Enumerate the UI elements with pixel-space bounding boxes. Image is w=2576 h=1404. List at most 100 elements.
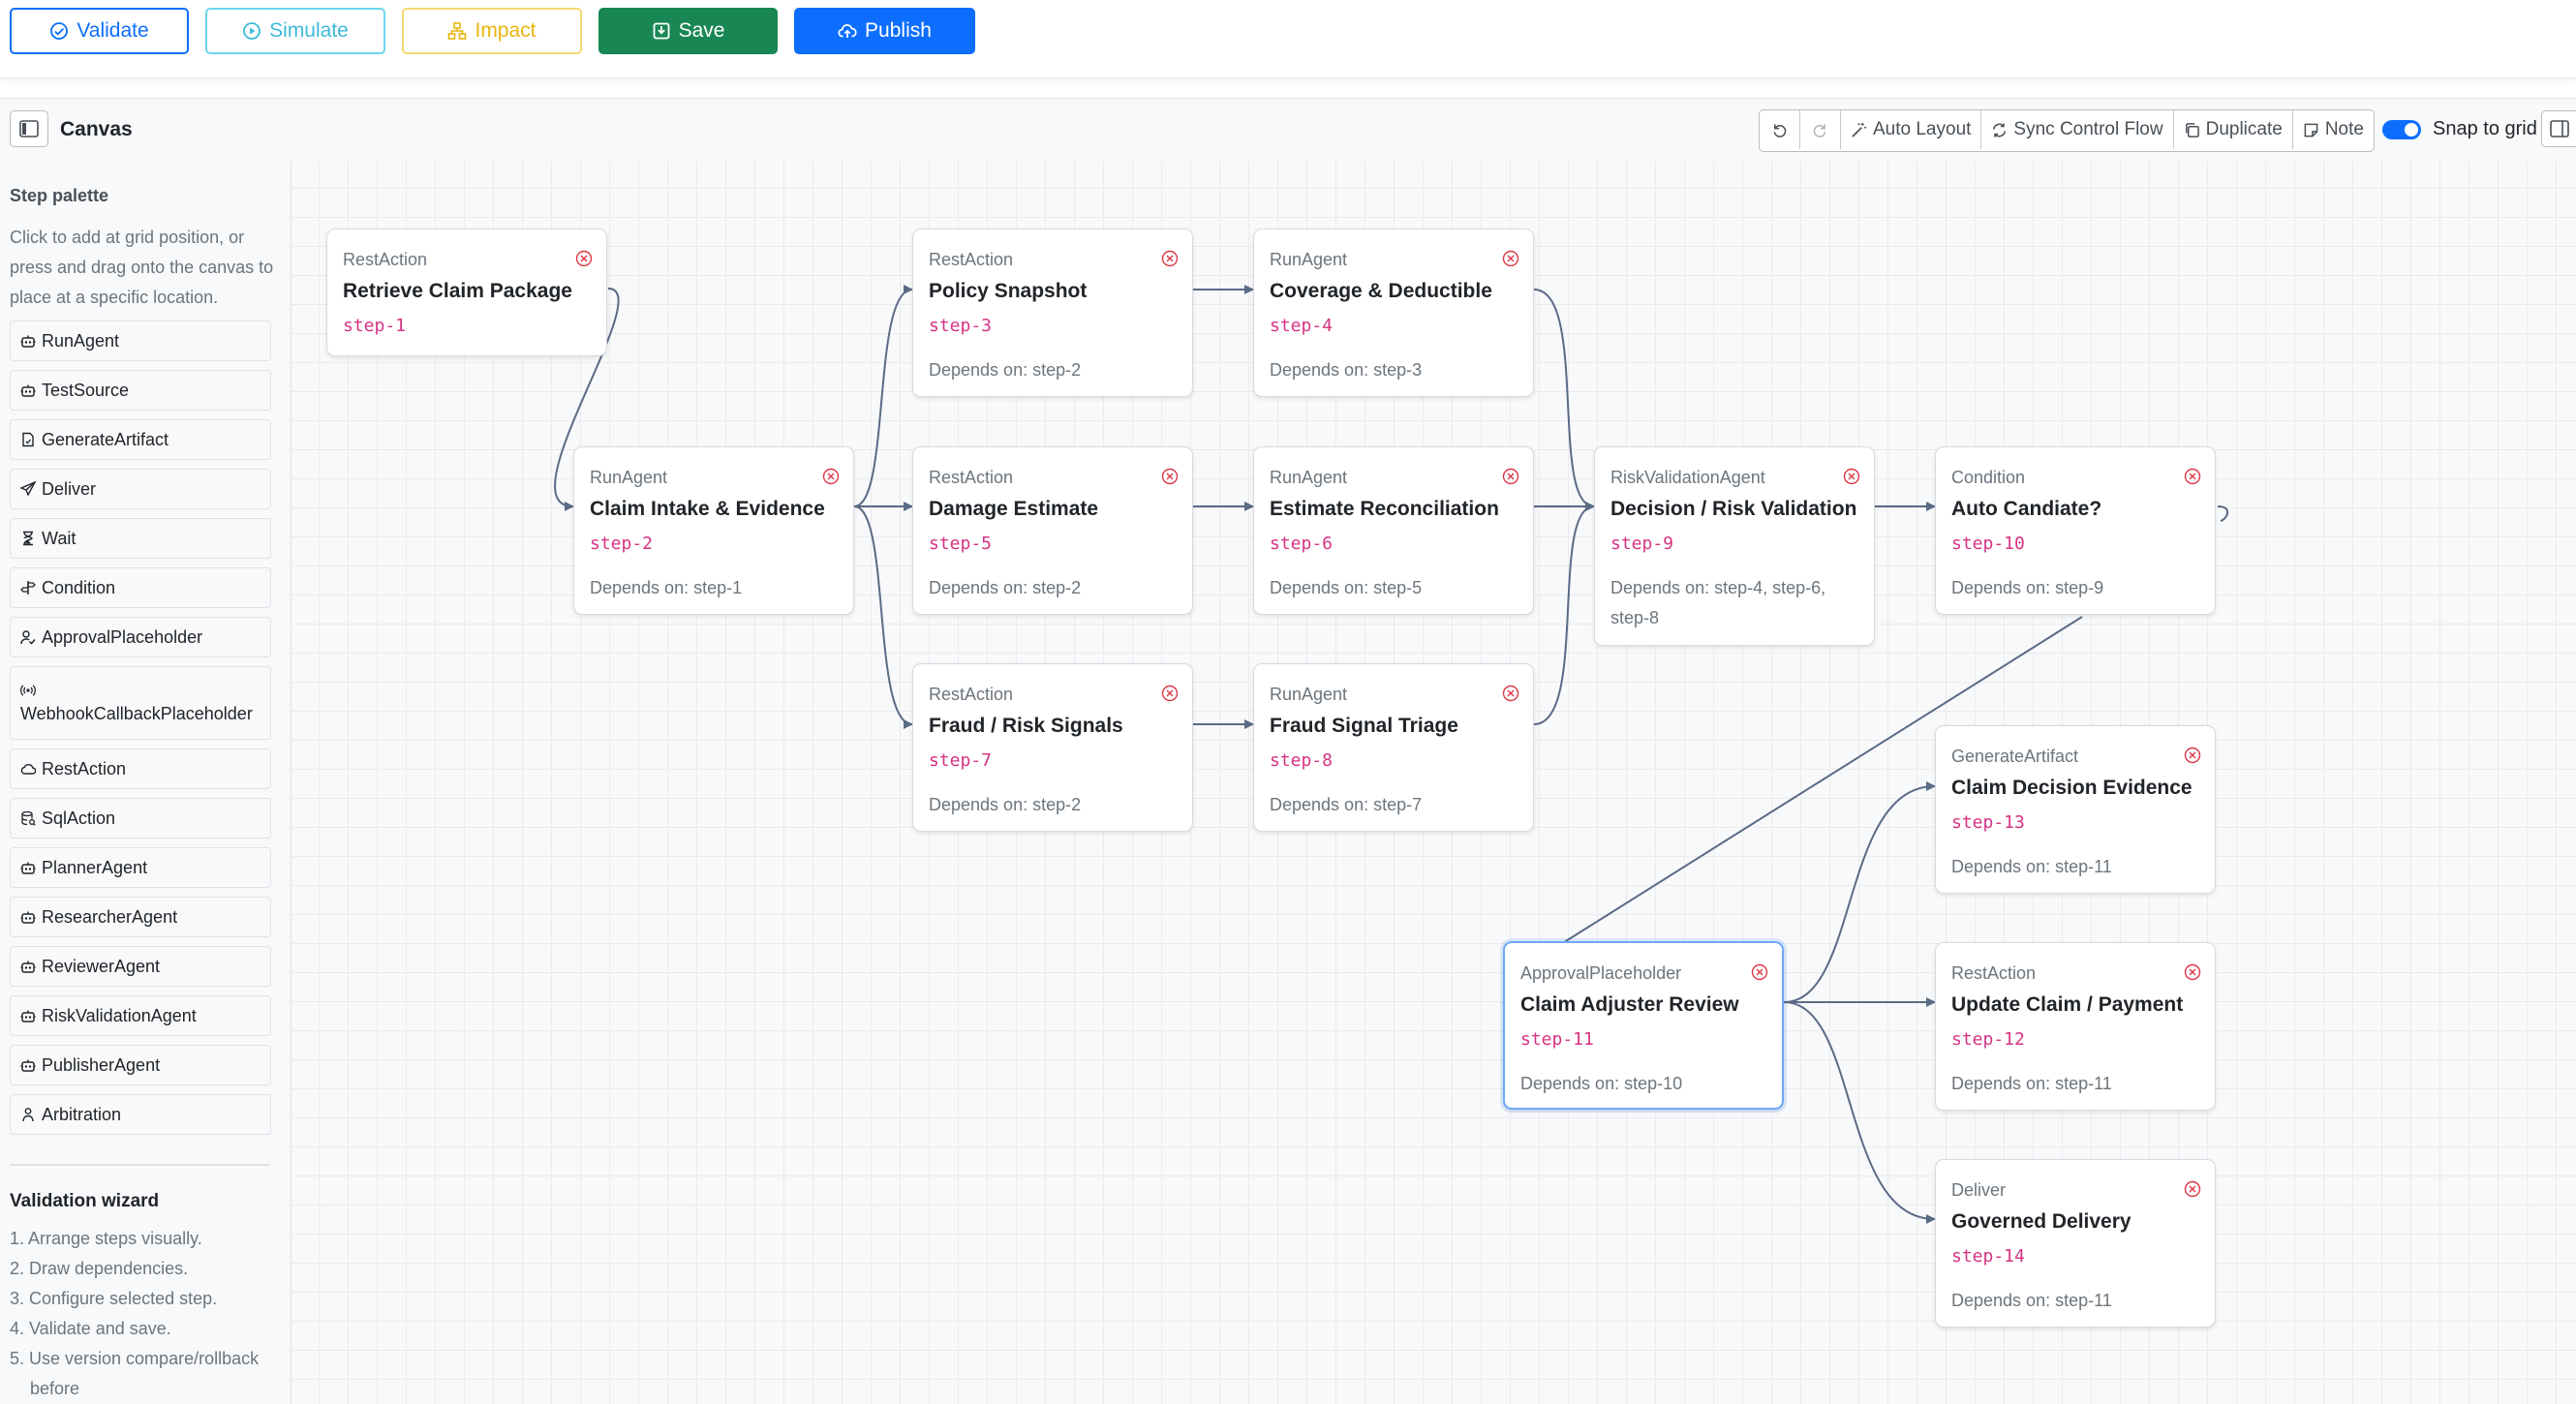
palette-help: Click to add at grid position, or press … [10,228,274,307]
palette-item-restaction[interactable]: RestAction [10,748,271,789]
robot-icon [20,909,36,925]
delete-node-icon[interactable] [2184,1180,2201,1198]
wizard-step: 2. Draw dependencies. [10,1259,189,1278]
node-dependencies: Depends on: step-11 [1951,1291,2112,1310]
palette-item-approvalplaceholder[interactable]: ApprovalPlaceholder [10,617,271,657]
redo-button[interactable] [1800,110,1841,149]
workflow-node-step-7[interactable]: RestAction Fraud / Risk Signals step-7 Depe… [912,663,1193,832]
delete-node-icon[interactable] [1161,250,1179,267]
delete-node-icon[interactable] [1502,250,1519,267]
palette-item-riskvalidationagent[interactable]: RiskValidationAgent [10,995,271,1036]
duplicate-button[interactable]: Duplicate [2174,110,2293,149]
robot-icon [20,959,36,974]
sticky-note-icon [2304,123,2318,137]
node-title: Governed Delivery [1951,1210,2131,1233]
node-dependencies: Depends on: step-2 [929,578,1082,597]
palette-item-label: GenerateArtifact [42,429,169,449]
validate-button[interactable]: Validate [10,8,189,54]
palette-item-deliver[interactable]: Deliver [10,469,271,509]
node-step-id: step-11 [1520,1029,1594,1050]
save-button[interactable]: Save [598,8,778,54]
workflow-node-step-1[interactable]: RestAction Retrieve Claim Package step-1 [326,229,607,356]
person-check-icon [20,629,36,645]
palette-item-generateartifact[interactable]: GenerateArtifact [10,419,271,460]
node-type: ApprovalPlaceholder [1520,963,1682,983]
workflow-node-step-3[interactable]: RestAction Policy Snapshot step-3 Depends o… [912,229,1193,397]
delete-node-icon[interactable] [2184,468,2201,485]
node-title: Decision / Risk Validation [1610,498,1857,520]
delete-node-icon[interactable] [575,250,593,267]
workflow-node-step-11[interactable]: ApprovalPlaceholder Claim Adjuster Review… [1503,941,1784,1110]
node-step-id: step-1 [343,316,407,336]
simulate-label: Simulate [269,19,349,42]
palette-item-label: SqlAction [42,808,116,828]
node-type: RestAction [1951,963,2037,983]
delete-node-icon[interactable] [1751,963,1768,981]
palette-item-testsource[interactable]: TestSource [10,370,271,411]
palette-item-label: Deliver [42,478,97,499]
toggle-sidebar-button[interactable] [10,110,48,147]
workflow-node-step-5[interactable]: RestAction Damage Estimate step-5 Depends o… [912,446,1193,615]
node-dependencies: Depends on: step-5 [1270,578,1423,597]
workflow-node-step-6[interactable]: RunAgent Estimate Reconciliation step-6 Dep… [1253,446,1534,615]
snap-to-grid-toggle[interactable]: Snap to grid [2382,118,2537,140]
delete-node-icon[interactable] [1502,685,1519,702]
palette-item-label: Arbitration [42,1104,122,1124]
delete-node-icon[interactable] [1161,685,1179,702]
palette-item-runagent[interactable]: RunAgent [10,320,271,361]
publish-button[interactable]: Publish [794,8,975,54]
delete-node-icon[interactable] [1502,468,1519,485]
save-icon [653,22,669,40]
save-label: Save [678,19,725,42]
palette-item-publisheragent[interactable]: PublisherAgent [10,1045,271,1085]
undo-button[interactable] [1760,110,1800,149]
node-dependencies: Depends on: step-2 [929,360,1082,380]
palette-item-condition[interactable]: Condition [10,567,271,608]
undo-icon [1773,123,1787,137]
delete-node-icon[interactable] [1843,468,1860,485]
workflow-node-step-8[interactable]: RunAgent Fraud Signal Triage step-8 Depends… [1253,663,1534,832]
delete-node-icon[interactable] [2184,747,2201,764]
workflow-node-step-4[interactable]: RunAgent Coverage & Deductible step-4 Depen… [1253,229,1534,397]
palette-item-arbitration[interactable]: Arbitration [10,1094,271,1135]
palette-item-sqlaction[interactable]: SqlAction [10,798,271,839]
palette-item-webhookcallbackplaceholder[interactable]: WebhookCallbackPlaceholder [10,666,271,740]
node-type: RestAction [929,685,1014,704]
palette-item-wait[interactable]: Wait [10,518,271,559]
workflow-node-step-10[interactable]: Condition Auto Candiate? step-10 Depends on… [1935,446,2216,615]
note-label: Note [2324,119,2364,139]
palette-heading: Step palette [10,186,109,205]
auto-layout-button[interactable]: Auto Layout [1841,110,1982,149]
sync-control-flow-button[interactable]: Sync Control Flow [1981,110,2174,149]
palette-item-label: ResearcherAgent [42,906,178,927]
palette-item-researcheragent[interactable]: ResearcherAgent [10,897,271,937]
publish-label: Publish [865,19,932,42]
delete-node-icon[interactable] [1161,468,1179,485]
delete-node-icon[interactable] [822,468,840,485]
node-type: RunAgent [1270,250,1348,269]
node-step-id: step-5 [929,534,993,554]
robot-icon [20,382,36,398]
node-dependencies: Depends on: step-2 [929,795,1082,814]
workflow-node-step-9[interactable]: RiskValidationAgent Decision / Risk Valid… [1594,446,1875,646]
note-button[interactable]: Note [2293,110,2374,149]
palette-item-label: RunAgent [42,330,120,351]
toggle-inspector-button[interactable] [2541,110,2576,147]
workflow-node-step-2[interactable]: RunAgent Claim Intake & Evidence step-2 Dep… [573,446,854,615]
palette-item-planneragent[interactable]: PlannerAgent [10,847,271,888]
node-title: Retrieve Claim Package [343,280,572,302]
redo-icon [1813,123,1826,137]
robot-icon [20,1057,36,1073]
palette-item-label: ReviewerAgent [42,956,161,976]
people-icon [20,1107,36,1122]
delete-node-icon[interactable] [2184,963,2201,981]
node-step-id: step-14 [1951,1246,2025,1267]
workflow-node-step-13[interactable]: GenerateArtifact Claim Decision Evidence s… [1935,725,2216,894]
snap-switch[interactable] [2382,119,2421,139]
simulate-button[interactable]: Simulate [205,8,385,54]
impact-button[interactable]: Impact [402,8,582,54]
workflow-node-step-12[interactable]: RestAction Update Claim / Payment step-12 D… [1935,942,2216,1111]
workflow-node-step-14[interactable]: Deliver Governed Delivery step-14 Depends o… [1935,1159,2216,1328]
auto-layout-label: Auto Layout [1873,119,1972,139]
palette-item-revieweragent[interactable]: ReviewerAgent [10,946,271,987]
